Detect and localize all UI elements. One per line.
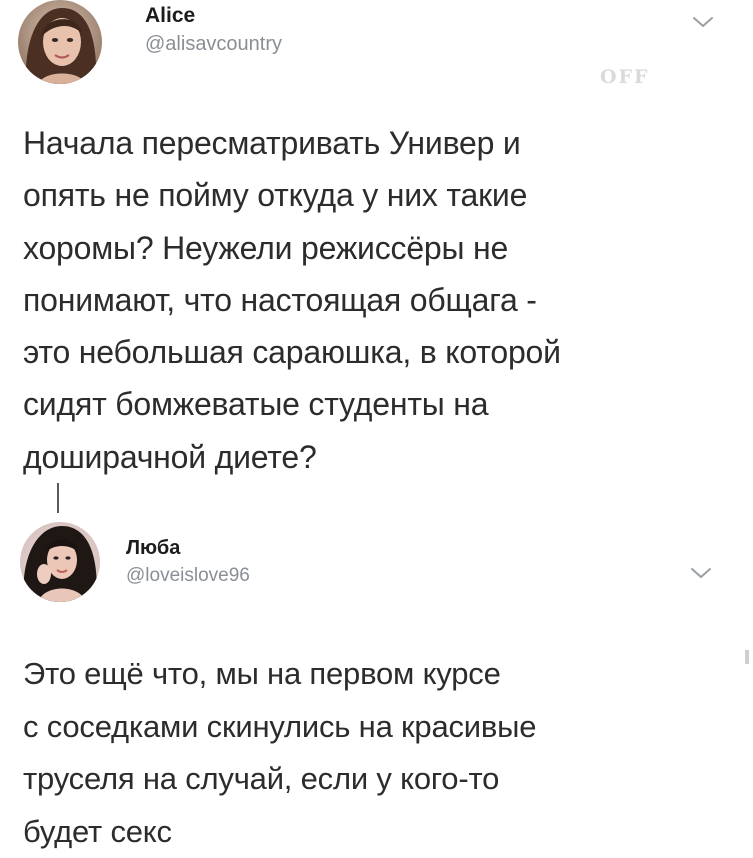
chevron-down-icon[interactable]: [690, 566, 712, 580]
tweet-alice: Alice @alisavcountry OFF Начала пересмат…: [0, 0, 753, 480]
avatar-luba[interactable]: [20, 522, 100, 602]
tweet-text-line: Начала пересматривать Универ и: [23, 117, 561, 169]
scroll-edge-mark: [745, 650, 749, 664]
tweet-luba: Люба @loveislove96 Это ещё что, мы на пе…: [0, 520, 753, 850]
thread-connector-line: [57, 483, 59, 513]
tweet-text-line: опять не пойму откуда у них такие: [23, 169, 561, 221]
watermark: OFF: [600, 66, 650, 88]
tweet-text: Начала пересматривать Универ и опять не …: [23, 117, 561, 483]
tweet-text-line: будет секс: [23, 806, 536, 858]
woman-portrait-avatar-icon: [18, 0, 102, 84]
author-name[interactable]: Люба: [126, 537, 180, 560]
tweet-text-line: это небольшая сараюшка, в которой: [23, 326, 561, 378]
avatar-alice[interactable]: [18, 0, 102, 84]
tweet-text-line: понимают, что настоящая общага -: [23, 274, 561, 326]
author-name[interactable]: Alice: [145, 4, 195, 28]
woman-portrait-avatar-icon: [20, 522, 100, 602]
tweet-text-line: хоромы? Неужели режиссёры не: [23, 222, 561, 274]
author-handle[interactable]: @alisavcountry: [145, 33, 282, 56]
tweet-text-line: труселя на случай, если у кого-то: [23, 753, 536, 806]
author-handle[interactable]: @loveislove96: [126, 565, 250, 587]
tweet-text: Это ещё что, мы на первом курсе с соседк…: [23, 648, 536, 858]
tweet-text-line: с соседками скинулись на красивые: [23, 701, 536, 754]
chevron-down-icon[interactable]: [692, 15, 714, 29]
tweet-text-line: Это ещё что, мы на первом курсе: [23, 648, 536, 701]
tweet-text-line: доширачной диете?: [23, 431, 561, 483]
tweet-text-line: сидят бомжеватые студенты на: [23, 378, 561, 430]
